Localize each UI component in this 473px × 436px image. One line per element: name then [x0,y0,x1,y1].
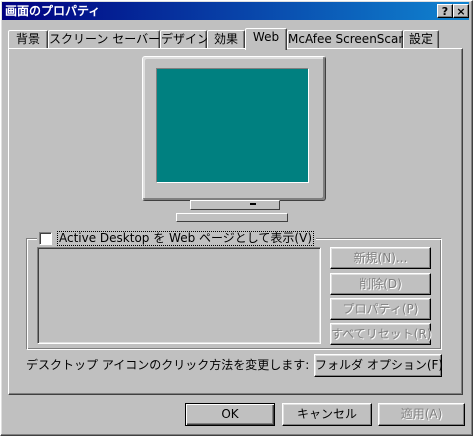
tab-web[interactable]: Web [245,28,287,50]
tab-mcafee-screenscan[interactable]: McAfee ScreenScan [287,30,406,48]
tab-settings[interactable]: 設定 [403,30,439,48]
folder-options-button[interactable]: フォルダ オプション(F) [314,354,443,377]
cancel-button[interactable]: キャンセル [282,403,372,426]
window-title: 画面のプロパティ [5,4,101,18]
monitor-preview [142,56,326,201]
properties-button[interactable]: プロパティ(P) [330,298,431,320]
ok-button[interactable]: OK [185,403,275,426]
monitor-screen [156,68,309,183]
reset-all-button[interactable]: すべてリセット(R) [330,323,431,345]
active-desktop-items-list[interactable] [37,247,321,344]
icon-click-description: デスクトップ アイコンのクリック方法を変更します: [26,358,310,372]
tab-background[interactable]: 背景 [8,30,48,48]
tab-effects[interactable]: 効果 [207,30,245,48]
active-desktop-label[interactable]: Active Desktop を Web ページとして表示(V) [57,230,315,246]
close-icon: × [456,5,466,18]
active-desktop-option[interactable]: Active Desktop を Web ページとして表示(V) [37,230,317,246]
power-led-icon [250,203,256,205]
new-button[interactable]: 新規(N)... [330,247,431,269]
title-bar[interactable]: 画面のプロパティ ? × [2,2,469,20]
help-button[interactable]: ? [437,4,453,18]
delete-button[interactable]: 削除(D) [330,273,431,295]
help-icon: ? [441,5,449,18]
apply-button[interactable]: 適用(A) [378,403,465,426]
tab-design[interactable]: デザイン [160,30,209,48]
tab-screen-saver[interactable]: スクリーン セーバー [48,30,160,48]
active-desktop-checkbox[interactable] [39,231,52,245]
monitor-base [190,200,280,210]
monitor-stand [176,213,288,222]
close-button[interactable]: × [453,4,469,18]
